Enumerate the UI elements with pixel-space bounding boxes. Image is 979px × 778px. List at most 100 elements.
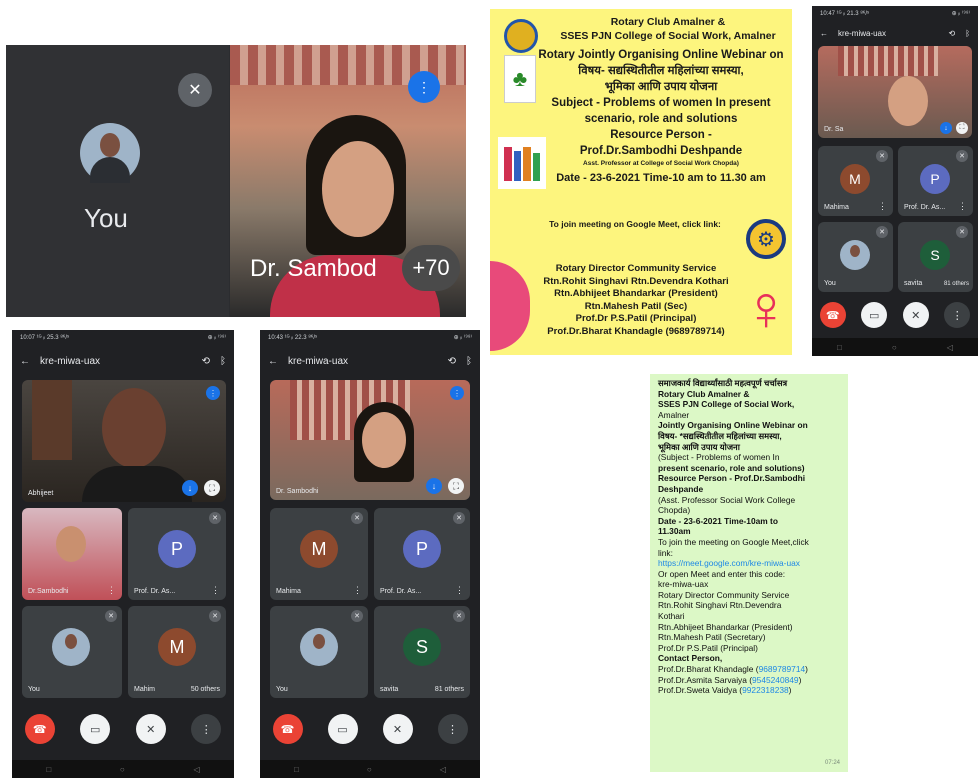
participant-name: You xyxy=(276,686,288,693)
more-options-icon[interactable]: ⋮ xyxy=(211,585,220,596)
more-options-icon[interactable]: ⋮ xyxy=(455,585,464,596)
participant-tile[interactable]: Dr.Sambodhi ⋮ xyxy=(22,508,122,600)
meeting-code[interactable]: kre-miwa-uax xyxy=(838,29,938,38)
self-label: You xyxy=(84,203,128,233)
status-icons: ⊕ ᵢₗ ⁽⁹⁸⁾ xyxy=(951,11,970,17)
nav-recents-icon[interactable]: □ xyxy=(46,765,51,774)
camera-off-icon[interactable]: ▭ xyxy=(861,302,888,328)
contact-phone-link[interactable]: 9922318238 xyxy=(742,685,789,695)
participant-tile[interactable]: ✕ M Mahima ⋮ xyxy=(270,508,368,600)
speaker-video-tile[interactable]: ⋮ Dr. Sambod +70 xyxy=(230,45,466,317)
chat-line: Prof.Dr P.S.Patil (Principal) xyxy=(658,642,758,653)
chat-line: SSES PJN College of Social Work, xyxy=(658,399,795,410)
mic-off-button-icon[interactable]: ✕ xyxy=(135,714,166,744)
pin-icon[interactable]: ↓ xyxy=(182,480,198,496)
meeting-code[interactable]: kre-miwa-uax xyxy=(40,356,192,367)
nav-back-icon[interactable]: ◁ xyxy=(193,765,199,774)
end-call-icon[interactable]: ☎ xyxy=(819,302,846,328)
mic-off-icon: ✕ xyxy=(876,226,888,238)
participant-tile[interactable]: ✕ You xyxy=(22,606,122,698)
back-arrow-icon[interactable]: ← xyxy=(268,356,278,367)
participant-avatar: P xyxy=(920,164,950,194)
more-menu-icon[interactable]: ⋮ xyxy=(437,714,468,744)
status-icons: ⊕ ᵢₗ ⁽⁹⁸⁾ xyxy=(453,335,472,341)
featured-video-tile[interactable]: Abhijeet ⋮ ↓ ⛶ xyxy=(22,380,226,502)
mic-off-button-icon[interactable]: ✕ xyxy=(382,714,413,744)
participant-avatar: S xyxy=(920,240,950,270)
participant-tile[interactable]: ✕ You xyxy=(270,606,368,698)
featured-video-tile[interactable]: Dr. Sambodhi ⋮ ↓ ⛶ xyxy=(270,380,470,500)
back-arrow-icon[interactable]: ← xyxy=(20,356,30,367)
contact-close-paren: ) xyxy=(798,674,802,685)
end-call-icon[interactable]: ☎ xyxy=(24,714,55,744)
participant-tile[interactable]: ✕ M Mahima ⋮ xyxy=(818,146,893,216)
mic-off-icon: ✕ xyxy=(956,150,968,162)
bluetooth-icon[interactable]: ᛒ xyxy=(220,356,226,367)
fullscreen-icon[interactable]: ⛶ xyxy=(204,480,220,496)
more-options-icon[interactable]: ⋮ xyxy=(958,201,967,212)
others-count[interactable]: 50 others xyxy=(190,686,220,693)
mic-off-button-icon[interactable]: ✕ xyxy=(902,302,929,328)
nav-home-icon[interactable]: ○ xyxy=(367,765,372,774)
nav-home-icon[interactable]: ○ xyxy=(892,343,897,352)
participant-avatar: S xyxy=(403,628,441,666)
participant-tile[interactable]: ✕ P Prof. Dr. As... ⋮ xyxy=(374,508,470,600)
featured-name: Dr. Sa xyxy=(824,126,844,133)
contact-phone-link[interactable]: 9545240849 xyxy=(752,675,799,685)
participant-tile[interactable]: ✕ S savita 81 others xyxy=(374,606,470,698)
participant-tile[interactable]: ✕ P Prof. Dr. As... ⋮ xyxy=(128,508,226,600)
poster-join: To join meeting on Google Meet, click li… xyxy=(549,219,721,229)
more-options-icon[interactable]: ⋮ xyxy=(878,201,887,212)
mic-off-icon: ✕ xyxy=(105,610,117,622)
mic-off-icon[interactable]: ✕ xyxy=(178,73,212,107)
chat-message-bubble: समाजकार्य विद्यार्थ्यांसाठी महत्वपूर्ण च… xyxy=(650,374,848,772)
switch-camera-icon[interactable]: ⟲ xyxy=(448,356,456,367)
others-count[interactable]: 81 others xyxy=(435,686,464,693)
camera-off-icon[interactable]: ▭ xyxy=(80,714,111,744)
chat-contacts: Prof.Dr.Bharat Khandagle (9689789714) Pro… xyxy=(658,664,840,696)
switch-camera-icon[interactable]: ⟲ xyxy=(948,29,955,38)
more-menu-icon[interactable]: ⋮ xyxy=(191,714,222,744)
meeting-link[interactable]: https://meet.google.com/kre-miwa-uax xyxy=(658,558,840,569)
self-avatar xyxy=(52,628,90,666)
fullscreen-icon[interactable]: ⛶ xyxy=(956,122,968,134)
nav-recents-icon[interactable]: □ xyxy=(837,343,842,352)
nav-back-icon[interactable]: ◁ xyxy=(947,343,953,352)
participant-avatar: M xyxy=(300,530,338,568)
participant-tile[interactable]: ✕ S savita 81 others xyxy=(898,222,973,292)
participant-tile[interactable]: ✕ P Prof. Dr. As... ⋮ xyxy=(898,146,973,216)
more-options-icon[interactable]: ⋮ xyxy=(107,585,116,596)
nav-home-icon[interactable]: ○ xyxy=(120,765,125,774)
contact-close-paren: ) xyxy=(805,664,808,675)
switch-camera-icon[interactable]: ⟲ xyxy=(202,356,210,367)
chat-line: kre-miwa-uax xyxy=(658,579,709,590)
back-arrow-icon[interactable]: ← xyxy=(820,29,828,38)
contact-phone-link[interactable]: 9689789714 xyxy=(759,664,806,674)
poster-subtitle: Asst. Professor at College of Social Wor… xyxy=(583,160,739,167)
bluetooth-icon[interactable]: ᛒ xyxy=(466,356,472,367)
nav-recents-icon[interactable]: □ xyxy=(294,765,299,774)
more-menu-icon[interactable]: ⋮ xyxy=(944,302,971,328)
nav-back-icon[interactable]: ◁ xyxy=(440,765,446,774)
others-count[interactable]: 81 others xyxy=(944,281,969,287)
participant-tile[interactable]: ✕ You xyxy=(818,222,893,292)
self-avatar xyxy=(840,240,870,270)
fullscreen-icon[interactable]: ⛶ xyxy=(448,478,464,494)
bluetooth-icon[interactable]: ᛒ xyxy=(965,29,970,38)
others-count-badge[interactable]: +70 xyxy=(402,245,460,291)
audio-level-icon: ⋮ xyxy=(450,386,464,400)
meeting-code[interactable]: kre-miwa-uax xyxy=(288,356,438,367)
women-symbol-icon xyxy=(490,261,530,351)
pin-icon[interactable]: ↓ xyxy=(426,478,442,494)
chat-line: Chopda) xyxy=(658,505,691,516)
chat-line: (Asst. Professor Social Work College xyxy=(658,494,796,505)
participant-avatar: P xyxy=(158,530,196,568)
participant-tile[interactable]: ✕ M Mahim 50 others xyxy=(128,606,226,698)
poster-line: SSES PJN College of Social Work, Amalner xyxy=(560,30,776,42)
contact-name: Prof.Dr.Asmita Sarvaiya ( xyxy=(658,674,753,685)
pin-icon[interactable]: ↓ xyxy=(940,122,952,134)
featured-video-tile[interactable]: Dr. Sa ↓ ⛶ xyxy=(818,46,972,138)
camera-off-icon[interactable]: ▭ xyxy=(327,714,358,744)
more-options-icon[interactable]: ⋮ xyxy=(353,585,362,596)
end-call-icon[interactable]: ☎ xyxy=(272,714,303,744)
